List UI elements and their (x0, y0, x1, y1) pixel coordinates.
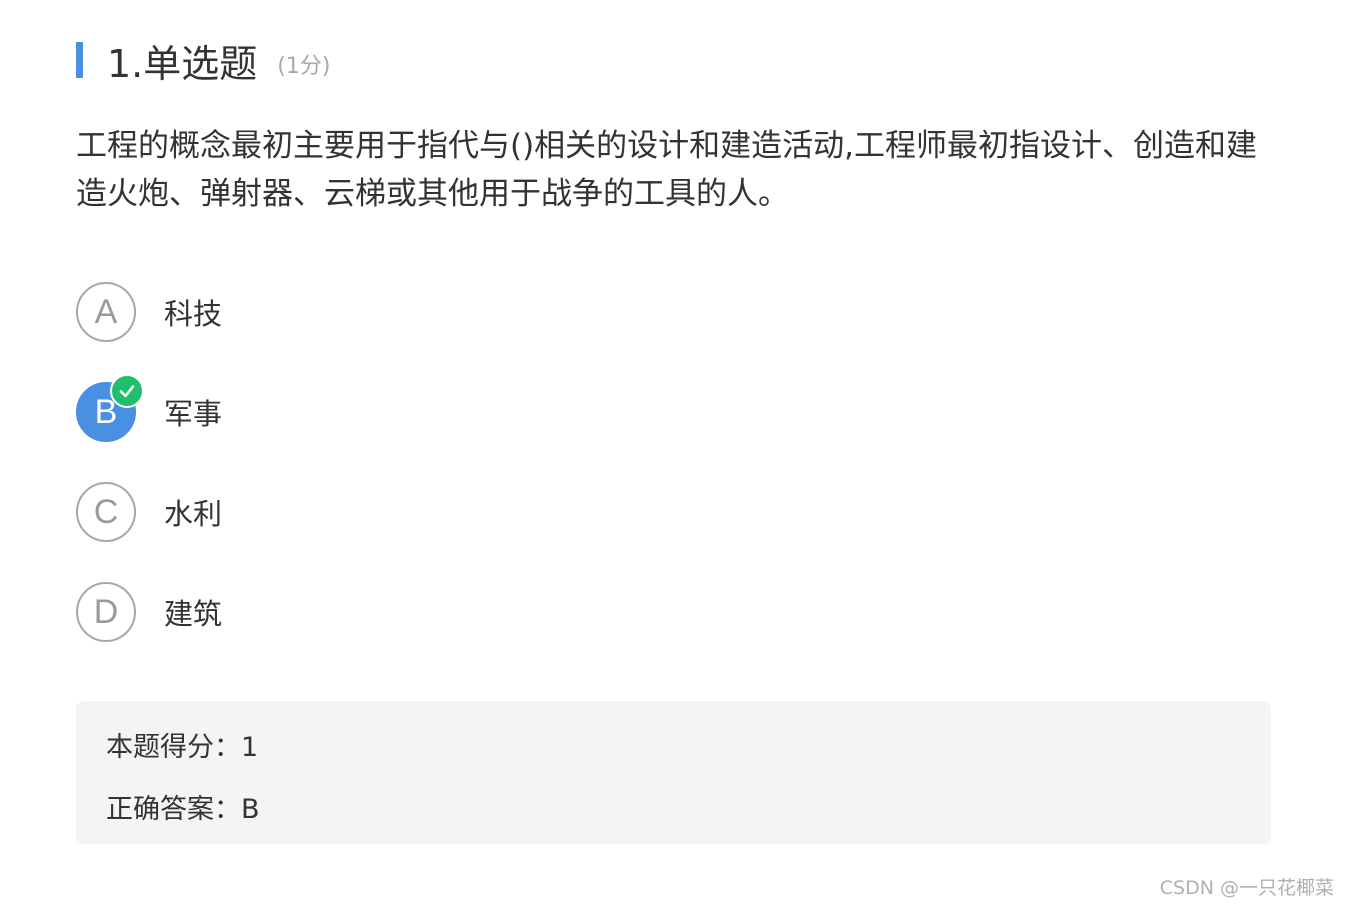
score-line: 本题得分：1 (106, 725, 258, 764)
score-label: 本题得分： (106, 732, 241, 763)
options-list: A 科技 B 军事 C 水利 D 建筑 (76, 282, 222, 682)
answer-line: 正确答案：B (106, 787, 260, 826)
option-letter: A (94, 292, 118, 331)
question-header: 1.单选题 (1分) (76, 38, 331, 86)
check-icon (110, 374, 144, 408)
option-text: 军事 (164, 397, 223, 431)
option-text: 科技 (164, 297, 223, 331)
watermark: CSDN @一只花椰菜 (1159, 877, 1334, 899)
title-accent-bar (76, 42, 83, 78)
option-letter: D (93, 592, 119, 631)
option-b[interactable]: B 军事 (76, 374, 223, 442)
option-letter-circle[interactable]: A (76, 282, 136, 342)
option-text: 建筑 (164, 597, 223, 631)
option-d[interactable]: D 建筑 (76, 582, 222, 642)
answer-value: B (241, 794, 260, 825)
answer-label: 正确答案： (106, 794, 241, 825)
option-text: 水利 (164, 497, 223, 531)
option-letter-circle-selected[interactable]: B (76, 374, 144, 442)
score-value: 1 (241, 732, 259, 763)
question-text: 工程的概念最初主要用于指代与()相关的设计和建造活动,工程师最初指设计、创造和建… (76, 128, 1258, 212)
result-panel: 本题得分：1 正确答案：B (76, 701, 1271, 844)
question-score: (1分) (277, 54, 331, 79)
option-letter: C (93, 492, 119, 531)
option-c[interactable]: C 水利 (76, 482, 222, 542)
option-letter-circle[interactable]: D (76, 582, 136, 642)
question-title: 1.单选题 (107, 41, 258, 86)
option-letter-circle[interactable]: C (76, 482, 136, 542)
option-a[interactable]: A 科技 (76, 282, 222, 342)
